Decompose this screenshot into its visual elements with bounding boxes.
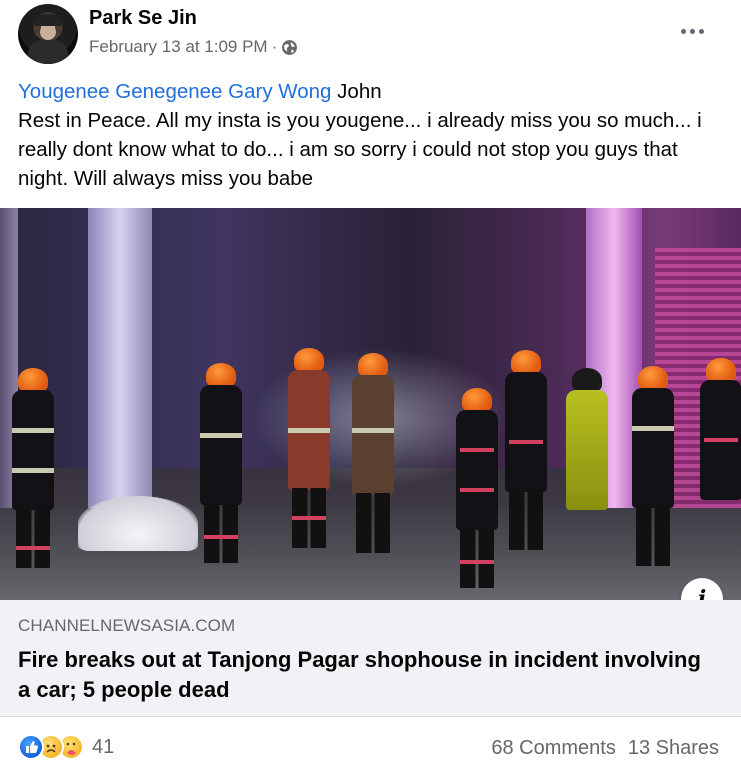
author-name[interactable]: Park Se Jin (89, 7, 197, 30)
post-meta: February 13 at 1:09 PM · (89, 37, 298, 57)
author-avatar[interactable] (18, 4, 78, 64)
reactions-summary[interactable]: 41 (18, 733, 114, 761)
caption-body: Rest in Peace. All my insta is you youge… (18, 109, 702, 190)
more-options-button[interactable] (672, 16, 712, 46)
tagged-user-yougenee[interactable]: Yougenee Genegenee (18, 80, 222, 103)
reaction-count: 41 (92, 735, 115, 758)
caption-name-text: John (331, 80, 382, 103)
post-timestamp[interactable]: February 13 at 1:09 PM (89, 37, 268, 57)
tagged-user-gary[interactable]: Gary Wong (228, 80, 331, 103)
post-footer: 41 68 Comments 13 Shares (0, 716, 741, 763)
post-caption: Yougenee Genegenee Gary Wong John Rest i… (18, 77, 728, 193)
engagement-stats: 68 Comments 13 Shares (491, 737, 719, 760)
meta-separator: · (271, 37, 278, 56)
facebook-post: Park Se Jin February 13 at 1:09 PM · You… (0, 0, 741, 763)
more-horizontal-icon (680, 28, 686, 34)
shares-count[interactable]: 13 Shares (628, 737, 719, 760)
comments-count[interactable]: 68 Comments (491, 737, 616, 760)
link-preview-image[interactable] (0, 208, 741, 600)
link-domain: CHANNELNEWSASIA.COM (18, 616, 236, 635)
link-title[interactable]: Fire breaks out at Tanjong Pagar shophou… (18, 645, 718, 705)
like-icon (18, 734, 44, 760)
globe-icon[interactable] (281, 39, 298, 56)
link-preview-card[interactable]: CHANNELNEWSASIA.COM Fire breaks out at T… (0, 600, 741, 716)
